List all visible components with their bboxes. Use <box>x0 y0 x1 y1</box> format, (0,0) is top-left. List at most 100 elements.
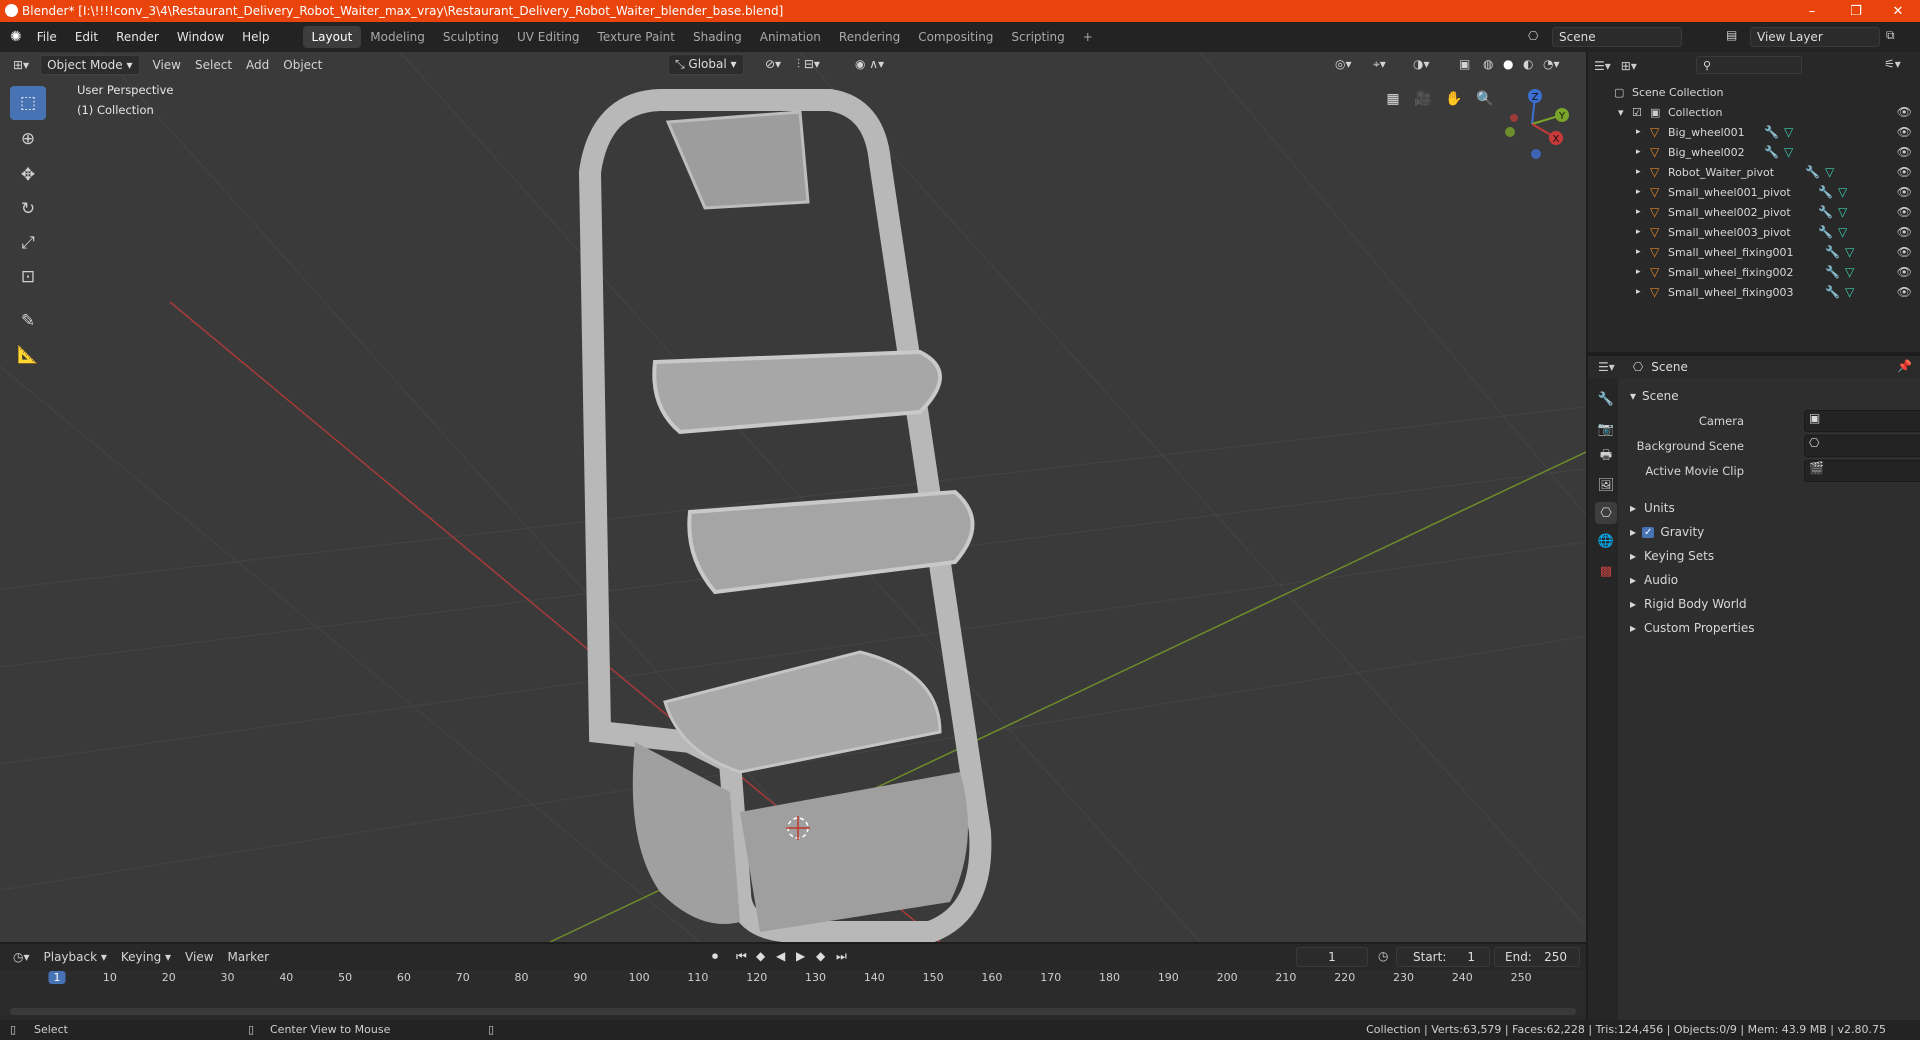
expand-arrow-icon[interactable]: ▸ <box>1636 227 1641 237</box>
record-icon[interactable]: ⏺ <box>712 949 718 964</box>
gravity-panel[interactable]: ▸ ✓ Gravity <box>1624 521 1914 543</box>
checkbox-icon[interactable]: ☑ <box>1632 106 1642 119</box>
timeline-menu-marker[interactable]: Marker <box>221 947 276 967</box>
viewport-menu-select[interactable]: Select <box>188 55 239 75</box>
editor-type-icon[interactable]: ⊞▾ <box>6 55 36 75</box>
cursor-tool-icon[interactable]: ⊕ <box>10 122 46 156</box>
play-icon[interactable]: ▶ <box>796 949 805 963</box>
mesh-data-icon[interactable]: ▽ <box>1845 265 1854 279</box>
tab-scripting[interactable]: Scripting <box>1002 26 1073 48</box>
snap-icon[interactable]: ⫶ ⊟▾ <box>790 54 827 75</box>
clock-icon[interactable]: ◷ <box>1378 949 1388 963</box>
outliner-object-row[interactable]: ▸ ▽ Big_wheel001 🔧 ▽ 👁 <box>1588 122 1920 142</box>
viewport-menu-object[interactable]: Object <box>276 55 329 75</box>
timeline-menu-keying[interactable]: Keying ▾ <box>114 947 178 967</box>
eye-icon[interactable]: 👁 <box>1897 145 1912 159</box>
prev-keyframe-icon[interactable]: ◆ <box>756 949 765 963</box>
expand-arrow-icon[interactable]: ▸ <box>1636 147 1641 157</box>
3d-viewport[interactable]: ⊞▾ Object Mode ▾ View Select Add Object … <box>0 52 1586 942</box>
outliner-object-row[interactable]: ▸ ▽ Small_wheel_fixing001 🔧 ▽ 👁 <box>1588 242 1920 262</box>
transform-orientation-dropdown[interactable]: ⤡ Global ▾ <box>668 54 744 75</box>
active-movie-clip-field[interactable]: 🎬 <box>1804 460 1920 482</box>
tab-layout[interactable]: Layout <box>302 26 362 48</box>
modifier-wrench-icon[interactable]: 🔧 <box>1764 125 1779 139</box>
timeline-editor-icon[interactable]: ◷▾ <box>6 947 37 967</box>
modifier-wrench-icon[interactable]: 🔧 <box>1818 185 1833 199</box>
outliner-editor-icon[interactable]: ☰▾ <box>1594 59 1611 73</box>
move-tool-icon[interactable]: ✥ <box>10 158 46 192</box>
scene-collection-row[interactable]: ▢ Scene Collection <box>1588 82 1920 102</box>
tab-rendering[interactable]: Rendering <box>830 26 909 48</box>
shading-rendered-icon[interactable]: ◔▾ <box>1536 54 1567 74</box>
collapse-arrow-icon[interactable]: ▾ <box>1618 106 1624 119</box>
mesh-data-icon[interactable]: ▽ <box>1838 205 1847 219</box>
toggle-grid-view-icon[interactable]: ▦ <box>1380 86 1406 112</box>
background-scene-field[interactable]: ⎔ <box>1804 435 1920 457</box>
view-layer-tab-icon[interactable]: 🖼 <box>1595 474 1617 496</box>
tab-animation[interactable]: Animation <box>751 26 830 48</box>
pan-view-icon[interactable]: ✋ <box>1441 86 1467 112</box>
modifier-wrench-icon[interactable]: 🔧 <box>1825 265 1840 279</box>
jump-end-icon[interactable]: ⏭ <box>836 949 847 964</box>
expand-arrow-icon[interactable]: ▸ <box>1636 267 1641 277</box>
annotate-tool-icon[interactable]: ✎ <box>10 304 46 338</box>
outliner-object-row[interactable]: ▸ ▽ Small_wheel001_pivot 🔧 ▽ 👁 <box>1588 182 1920 202</box>
display-mode-icon[interactable]: ⊞▾ <box>1621 59 1637 73</box>
overlays-icon[interactable]: ◑▾ <box>1406 54 1437 74</box>
eye-icon[interactable]: 👁 <box>1897 185 1912 199</box>
keying-sets-panel[interactable]: ▸ Keying Sets <box>1624 545 1914 567</box>
view-layer-selector[interactable]: View Layer <box>1750 27 1880 47</box>
view-layer-icon[interactable]: ▤ <box>1726 28 1737 42</box>
play-reverse-icon[interactable]: ◀ <box>776 949 785 963</box>
tab-shading[interactable]: Shading <box>684 26 751 48</box>
output-tab-icon[interactable]: 🖶 <box>1595 446 1617 468</box>
tool-tab-icon[interactable]: 🔧 <box>1595 388 1617 410</box>
modifier-wrench-icon[interactable]: 🔧 <box>1818 205 1833 219</box>
axis-gizmo[interactable]: Z Y X <box>1492 82 1572 162</box>
eye-icon[interactable]: 👁 <box>1897 265 1912 279</box>
mesh-data-icon[interactable]: ▽ <box>1838 225 1847 239</box>
start-frame-field[interactable]: Start: 1 <box>1396 947 1490 967</box>
mesh-data-icon[interactable]: ▽ <box>1845 245 1854 259</box>
mesh-data-icon[interactable]: ▽ <box>1845 285 1854 299</box>
collection-row[interactable]: ▾ ☑ ▣ Collection 👁 <box>1588 102 1920 122</box>
next-keyframe-icon[interactable]: ◆ <box>816 949 825 963</box>
viewport-menu-view[interactable]: View <box>146 55 188 75</box>
expand-arrow-icon[interactable]: ▸ <box>1636 287 1641 297</box>
world-tab-icon[interactable]: 🌐 <box>1595 530 1617 552</box>
end-frame-field[interactable]: End: 250 <box>1494 947 1580 967</box>
jump-start-icon[interactable]: ⏮ <box>736 949 747 964</box>
texture-tab-icon[interactable]: ▩ <box>1595 560 1617 582</box>
eye-icon[interactable]: 👁 <box>1897 225 1912 239</box>
outliner-object-row[interactable]: ▸ ▽ Small_wheel003_pivot 🔧 ▽ 👁 <box>1588 222 1920 242</box>
custom-properties-panel[interactable]: ▸ Custom Properties <box>1624 617 1914 639</box>
xray-icon[interactable]: ▣ <box>1452 54 1477 74</box>
eye-icon[interactable]: 👁 <box>1897 245 1912 259</box>
units-panel[interactable]: ▸ Units <box>1624 497 1914 519</box>
maximize-button[interactable]: ❐ <box>1836 0 1876 22</box>
transform-tool-icon[interactable]: ⊡ <box>10 260 46 294</box>
outliner-object-row[interactable]: ▸ ▽ Small_wheel002_pivot 🔧 ▽ 👁 <box>1588 202 1920 222</box>
current-frame-field[interactable]: 1 <box>1296 947 1368 967</box>
outliner-object-row[interactable]: ▸ ▽ Small_wheel_fixing003 🔧 ▽ 👁 <box>1588 282 1920 302</box>
eye-icon[interactable]: 👁 <box>1897 165 1912 179</box>
visibility-icon[interactable]: ◎▾ <box>1328 54 1359 74</box>
render-tab-icon[interactable]: 📷 <box>1595 418 1617 440</box>
rigid-body-world-panel[interactable]: ▸ Rigid Body World <box>1624 593 1914 615</box>
modifier-wrench-icon[interactable]: 🔧 <box>1805 165 1820 179</box>
viewport-menu-add[interactable]: Add <box>239 55 276 75</box>
timeline-menu-view[interactable]: View <box>178 947 220 967</box>
add-workspace-button[interactable]: + <box>1074 26 1102 48</box>
tab-uv-editing[interactable]: UV Editing <box>508 26 589 48</box>
scene-selector[interactable]: Scene <box>1552 27 1682 47</box>
tab-modeling[interactable]: Modeling <box>361 26 434 48</box>
blender-menu-icon[interactable]: ✺ <box>10 29 22 45</box>
menu-render[interactable]: Render <box>107 30 168 44</box>
select-box-tool-icon[interactable]: ⬚ <box>10 86 46 120</box>
timeline-scrollbar[interactable] <box>10 1008 1576 1015</box>
expand-arrow-icon[interactable]: ▸ <box>1636 167 1641 177</box>
menu-file[interactable]: File <box>28 30 66 44</box>
scene-tab-icon[interactable]: ⎔ <box>1595 502 1617 524</box>
proportional-edit-icon[interactable]: ◉ ∧▾ <box>848 54 891 74</box>
expand-arrow-icon[interactable]: ▸ <box>1636 207 1641 217</box>
